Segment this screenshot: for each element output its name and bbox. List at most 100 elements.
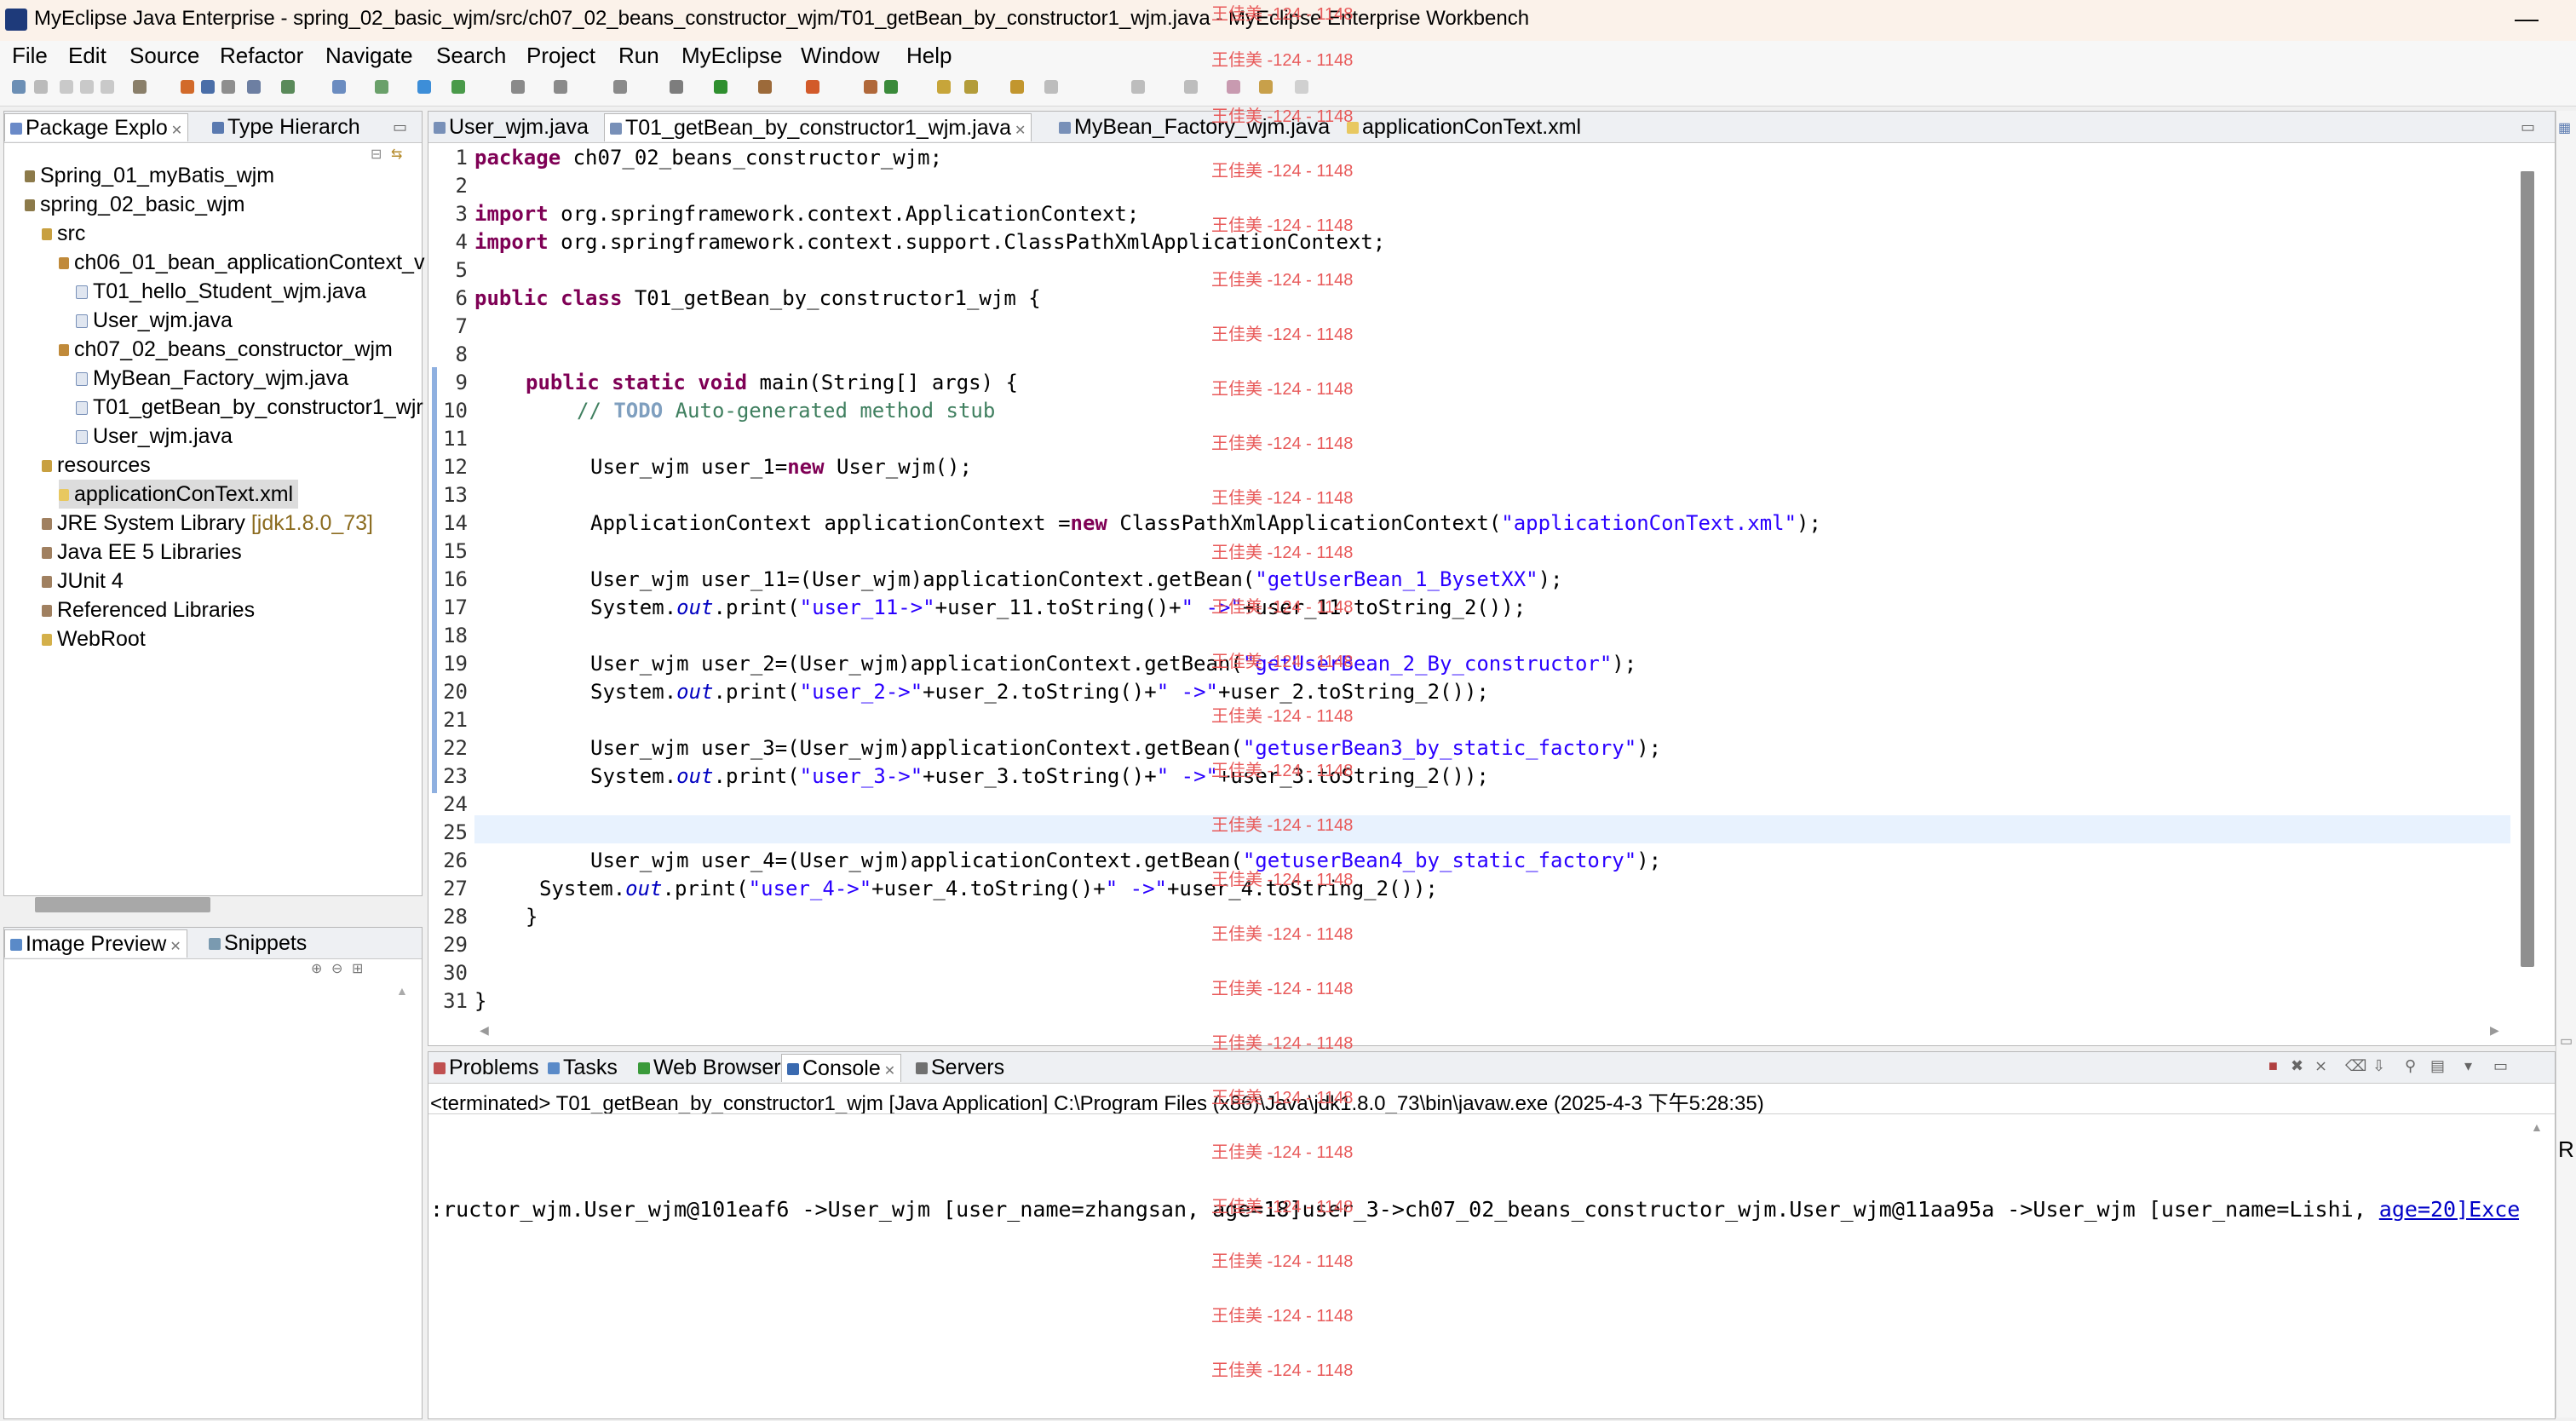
code-line[interactable]: }	[474, 987, 486, 1015]
restore-icon[interactable]: ▭	[2560, 1033, 2573, 1050]
minimize-view-icon[interactable]: ▭	[2493, 1057, 2508, 1075]
console-output[interactable]: :ructor_wjm.User_wjm@101eaf6 ->User_wjm …	[430, 1197, 2519, 1222]
pin-console-icon[interactable]: ⚲	[2405, 1057, 2416, 1075]
new-project-icon[interactable]	[133, 80, 147, 94]
tree-item-package-ch07[interactable]: ch07_02_beans_constructor_wjm	[59, 335, 393, 364]
close-icon[interactable]: ✕	[170, 940, 181, 954]
terminal-icon[interactable]	[554, 80, 567, 94]
menu-run[interactable]: Run	[618, 43, 659, 69]
scroll-up-icon[interactable]: ▲	[396, 984, 408, 998]
menu-window[interactable]: Window	[801, 43, 879, 69]
tree-item-webroot[interactable]: WebRoot	[42, 624, 146, 653]
collapse-all-icon[interactable]: ⊟	[371, 146, 382, 163]
run-icon[interactable]	[714, 80, 727, 94]
remove-launch-icon[interactable]: ✖	[2291, 1057, 2303, 1075]
code-line[interactable]: System.out.print("user_11->"+user_11.toS…	[590, 594, 1526, 622]
console-output-link[interactable]: age=20]Excep	[2379, 1197, 2519, 1222]
prev-annotation-icon[interactable]	[1184, 80, 1198, 94]
menu-myeclipse[interactable]: MyEclipse	[681, 43, 782, 69]
code-line[interactable]: public static void main(String[] args) {	[526, 369, 1018, 397]
scroll-left-icon[interactable]: ◀	[480, 1023, 489, 1038]
tree-item-resources[interactable]: resources	[42, 451, 151, 480]
minimize-view-icon[interactable]: ▭	[393, 118, 407, 136]
code-line[interactable]: public class T01_getBean_by_constructor1…	[474, 285, 1041, 313]
new-package-icon[interactable]	[884, 80, 898, 94]
tree-item-java-file[interactable]: T01_getBean_by_constructor1_wjr	[76, 393, 423, 422]
menu-project[interactable]: Project	[526, 43, 595, 69]
tree-item-java-file[interactable]: T01_hello_Student_wjm.java	[76, 277, 366, 306]
open-folder-icon[interactable]	[937, 80, 951, 94]
scroll-up-icon[interactable]: ▲	[2531, 1120, 2543, 1134]
code-line[interactable]: User_wjm user_11=(User_wjm)applicationCo…	[590, 566, 1563, 594]
maximize-editor-icon[interactable]: ▭	[2521, 118, 2535, 136]
print-icon[interactable]	[101, 80, 114, 94]
bookmark-icon[interactable]	[1010, 80, 1024, 94]
tree-item-javaee-library[interactable]: Java EE 5 Libraries	[42, 538, 242, 567]
forward-icon[interactable]	[1295, 80, 1308, 94]
code-line[interactable]: User_wjm user_2=(User_wjm)applicationCon…	[590, 650, 1636, 678]
tab-package-explorer[interactable]: Package Explo ✕	[4, 113, 189, 141]
save-all-icon[interactable]	[80, 80, 94, 94]
clear-console-icon[interactable]: ⌫	[2345, 1057, 2366, 1075]
globe-icon[interactable]	[451, 80, 465, 94]
tab-t01-getbean-java[interactable]: T01_getBean_by_constructor1_wjm.java ✕	[604, 113, 1032, 141]
deploy-icon[interactable]	[181, 80, 194, 94]
code-line[interactable]: }	[526, 903, 538, 931]
code-line[interactable]: System.out.print("user_2->"+user_2.toStr…	[590, 678, 1489, 706]
tab-image-preview[interactable]: Image Preview ✕	[4, 929, 187, 958]
tree-item-java-file[interactable]: MyBean_Factory_wjm.java	[76, 364, 348, 393]
launch-icon[interactable]	[417, 80, 431, 94]
code-line[interactable]: ApplicationContext applicationContext =n…	[590, 509, 1821, 538]
tab-tasks[interactable]: Tasks	[543, 1054, 623, 1081]
tree-item-referenced-libraries[interactable]: Referenced Libraries	[42, 595, 255, 624]
open-type-icon[interactable]	[221, 80, 235, 94]
tree-item-java-file[interactable]: User_wjm.java	[76, 422, 233, 451]
close-icon[interactable]: ✕	[884, 1064, 895, 1079]
link-editor-icon[interactable]: ⇆	[391, 146, 402, 163]
tree-item-jre-library[interactable]: JRE System Library [jdk1.8.0_73]	[42, 509, 373, 538]
code-line[interactable]: User_wjm user_3=(User_wjm)applicationCon…	[590, 734, 1661, 762]
skip-icon[interactable]	[670, 80, 683, 94]
tab-type-hierarchy[interactable]: Type Hierarch	[207, 113, 365, 141]
next-annotation-icon[interactable]	[1131, 80, 1145, 94]
tab-console[interactable]: Console ✕	[781, 1054, 902, 1082]
new-icon[interactable]	[12, 80, 26, 94]
save-icon[interactable]	[60, 80, 73, 94]
last-edit-icon[interactable]	[1259, 80, 1273, 94]
link-icon[interactable]	[511, 80, 525, 94]
coverage-icon[interactable]	[758, 80, 772, 94]
back-icon[interactable]	[1227, 80, 1240, 94]
code-line[interactable]: import org.springframework.context.Appli…	[474, 200, 1139, 228]
run-external-icon[interactable]	[806, 80, 819, 94]
horizontal-scrollbar[interactable]	[35, 897, 210, 912]
annotation-icon[interactable]	[1044, 80, 1058, 94]
server-icon[interactable]	[201, 80, 215, 94]
scroll-right-icon[interactable]: ▶	[2490, 1023, 2499, 1038]
open-console-icon[interactable]: ▾	[2464, 1057, 2472, 1075]
tree-item-project-spring01[interactable]: Spring_01_myBatis_wjm	[25, 161, 274, 190]
menu-source[interactable]: Source	[129, 43, 199, 69]
close-icon[interactable]: ✕	[1015, 124, 1026, 138]
vertical-scrollbar-thumb[interactable]	[2521, 171, 2534, 967]
search-icon[interactable]	[281, 80, 295, 94]
refresh-icon[interactable]	[375, 80, 388, 94]
tree-item-xml-file[interactable]: applicationConText.xml	[59, 480, 299, 509]
zoom-out-icon[interactable]: ⊖	[331, 960, 342, 977]
code-line[interactable]: // TODO Auto-generated method stub	[577, 397, 995, 425]
chevron-down-icon[interactable]	[34, 80, 48, 94]
menu-help[interactable]: Help	[906, 43, 952, 69]
tab-snippets[interactable]: Snippets	[204, 929, 312, 957]
new-class-icon[interactable]	[864, 80, 877, 94]
menu-edit[interactable]: Edit	[68, 43, 106, 69]
tab-web-browser[interactable]: Web Browser	[633, 1054, 786, 1081]
tree-item-java-file[interactable]: User_wjm.java	[76, 306, 233, 335]
display-console-icon[interactable]: ▤	[2430, 1057, 2445, 1075]
tab-problems[interactable]: Problems	[428, 1054, 544, 1081]
tab-user-wjm-java[interactable]: User_wjm.java	[428, 113, 594, 141]
print-preview-icon[interactable]	[247, 80, 261, 94]
menu-file[interactable]: File	[12, 43, 48, 69]
fit-icon[interactable]: ⊞	[352, 960, 363, 977]
close-icon[interactable]: ✕	[171, 124, 182, 138]
zoom-in-icon[interactable]: ⊕	[311, 960, 322, 977]
code-line[interactable]: User_wjm user_1=new User_wjm();	[590, 453, 972, 481]
